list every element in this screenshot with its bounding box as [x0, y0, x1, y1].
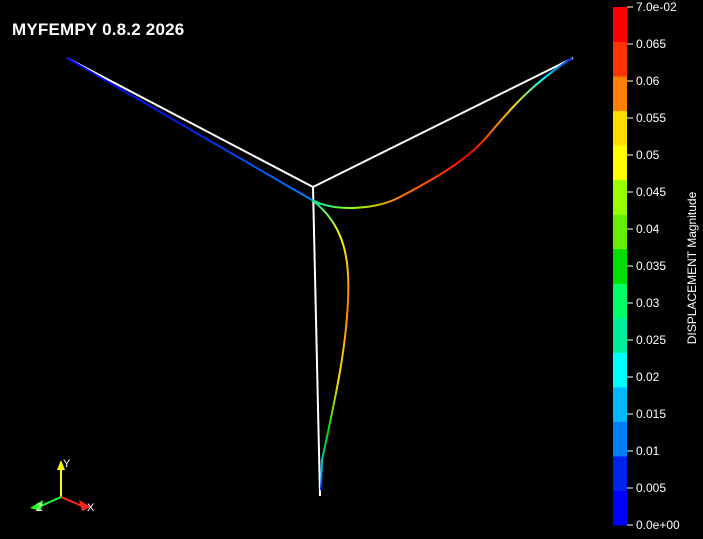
colorbar-tick-label: 0.02 [636, 370, 660, 384]
deformed-mesh [66, 57, 573, 491]
colorbar-band [613, 455, 627, 491]
colorbar-tick-label: 0.01 [636, 444, 660, 458]
deformed-member-right [311, 57, 573, 209]
colorbar-band [613, 386, 627, 422]
colorbar-tick-label: 0.065 [636, 37, 666, 51]
x-axis-label: X [87, 502, 95, 514]
colorbar-band [613, 352, 627, 388]
x-axis-arrow [60, 496, 83, 507]
y-axis-label: Y [63, 458, 71, 470]
colorbar-band [613, 110, 627, 146]
colorbar-tick-label: 7.0e-02 [636, 0, 677, 14]
colorbar-band [613, 179, 627, 215]
colorbar-ticks: 0.0e+00 0.005 0.01 0.015 0.02 0.025 0.03 0.035 0… [627, 0, 680, 532]
colorbar-bands [613, 7, 627, 526]
colorbar-tick-label: 0.03 [636, 296, 660, 310]
colorbar-tick-label: 0.035 [636, 259, 666, 273]
colorbar-tick-label: 0.015 [636, 407, 666, 421]
colorbar-tick-label: 0.045 [636, 185, 666, 199]
colorbar-band [613, 490, 627, 526]
colorbar-band [613, 76, 627, 112]
undeformed-member-left [66, 57, 314, 188]
colorbar-tick-label: 0.06 [636, 74, 660, 88]
undeformed-member-right [312, 57, 574, 188]
colorbar-tick-label: 0.055 [636, 111, 666, 125]
colorbar-band [613, 248, 627, 284]
colorbar-tick-label: 0.005 [636, 481, 666, 495]
colorbar-tick-label: 0.0e+00 [636, 518, 680, 532]
colorbar-band [613, 283, 627, 319]
colorbar-tick-label: 0.04 [636, 222, 660, 236]
deformed-member-left [66, 57, 313, 201]
colorbar-tick-label: 0.025 [636, 333, 666, 347]
colorbar-band [613, 317, 627, 353]
z-axis-label: Z [36, 502, 43, 514]
colorbar-band [613, 421, 627, 457]
undeformed-member-bottom [312, 186, 321, 497]
colorbar-title: DISPLACEMENT Magnitude [685, 191, 699, 344]
colorbar-band [613, 7, 627, 43]
colorbar-tick-label: 0.05 [636, 148, 660, 162]
colorbar-band [613, 214, 627, 250]
app-title: MYFEMPY 0.8.2 2026 [12, 20, 185, 39]
colorbar: 0.0e+00 0.005 0.01 0.015 0.02 0.025 0.03 0.035 0… [613, 0, 699, 532]
colorbar-band [613, 145, 627, 181]
z-axis-arrow [40, 496, 62, 507]
orientation-axes: Y X Z [30, 458, 95, 514]
colorbar-band [613, 41, 627, 77]
viewport[interactable]: 0.0e+00 0.005 0.01 0.015 0.02 0.025 0.03 0.035 0… [0, 0, 703, 535]
render-view: 0.0e+00 0.005 0.01 0.015 0.02 0.025 0.03 0.035 0… [30, 0, 699, 532]
